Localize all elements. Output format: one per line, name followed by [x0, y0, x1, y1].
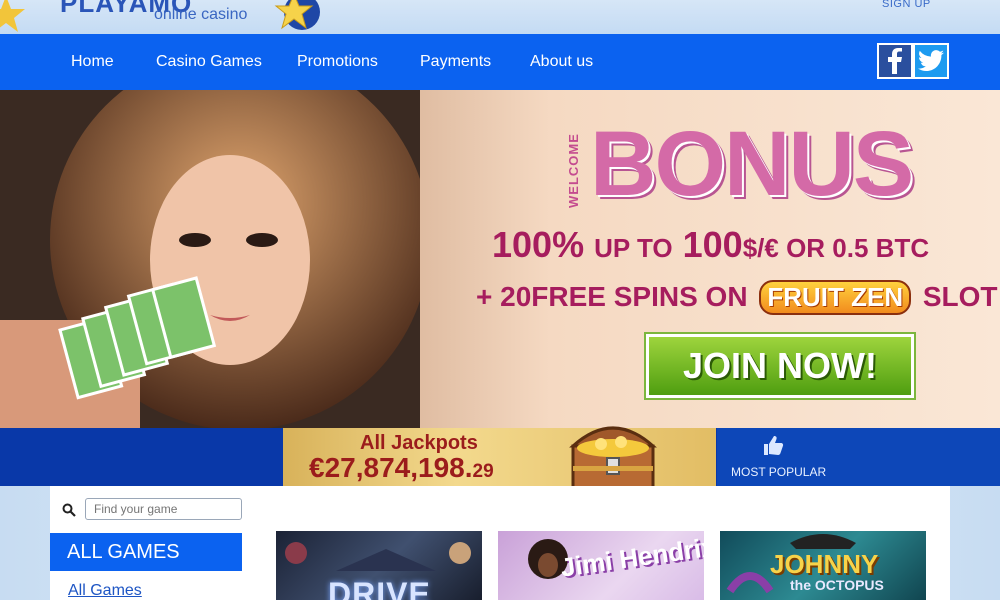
- game-title: DRIVE: [328, 576, 431, 600]
- jackpot-cents: 29: [472, 461, 494, 482]
- nav-casino-games[interactable]: Casino Games: [156, 53, 262, 71]
- logo-star-icon: [274, 0, 320, 30]
- thumbs-up-icon: [764, 436, 784, 455]
- twitter-button[interactable]: [913, 43, 949, 79]
- all-games-link[interactable]: All Games: [68, 582, 142, 600]
- most-popular-tab[interactable]: MOST POPULAR: [717, 428, 1000, 486]
- logo-subtitle: online casino: [154, 6, 248, 23]
- main-navigation: Home Casino Games Promotions Payments Ab…: [0, 34, 1000, 90]
- jackpot-value: €27,874,198.29: [309, 452, 494, 484]
- all-games-heading: ALL GAMES: [50, 533, 242, 571]
- join-now-button[interactable]: JOIN NOW!: [646, 334, 914, 398]
- hero-banner: WELCOME BONUS 100% UP TO 100$/€ OR 0.5 B…: [0, 90, 1000, 428]
- offer-percent: 100%: [492, 224, 585, 265]
- game-tile-jimi-hendrix[interactable]: Jimi Hendrix: [498, 531, 704, 600]
- game-tile-drive[interactable]: DRIVE: [276, 531, 482, 600]
- top-header: PLAYAMO online casino SIGN UP: [0, 0, 1000, 34]
- bonus-heading: BONUS: [590, 113, 914, 215]
- game-tile-johnny-the-octopus[interactable]: JOHNNY the OCTOPUS: [720, 531, 926, 600]
- most-popular-label: MOST POPULAR: [731, 465, 827, 479]
- twitter-icon: [918, 50, 944, 71]
- game-subtitle: the OCTOPUS: [790, 577, 884, 593]
- nav-payments[interactable]: Payments: [420, 53, 491, 71]
- facebook-button[interactable]: [877, 43, 913, 79]
- search-icon: [62, 503, 76, 517]
- offer-currency: $/€ OR 0.5 BTC: [742, 233, 930, 263]
- jackpot-amount: €27,874,198.: [309, 452, 473, 483]
- game-title: JOHNNY: [770, 549, 879, 579]
- free-spins-offer: + 20FREE SPINS ON FRUIT ZEN SLOT: [476, 280, 998, 315]
- jackpot-panel[interactable]: All Jackpots €27,874,198.29: [283, 426, 716, 494]
- nav-home[interactable]: Home: [71, 53, 114, 71]
- games-panel: ALL GAMES All Games DRIVE Jimi Hendrix J…: [50, 486, 950, 600]
- hero-model-image: [0, 90, 420, 428]
- star-icon: [0, 0, 25, 32]
- jackpot-bar: All Jackpots €27,874,198.29 MOST POPULAR: [0, 426, 1000, 494]
- facebook-icon: [888, 48, 902, 74]
- game-search-input[interactable]: [85, 498, 242, 520]
- welcome-label: WELCOME: [566, 133, 581, 208]
- offer-upto: UP TO: [594, 233, 673, 263]
- offer-amount: 100: [682, 224, 743, 265]
- fruit-zen-logo: FRUIT ZEN: [759, 280, 912, 315]
- sign-up-link[interactable]: SIGN UP: [882, 0, 931, 10]
- bonus-offer: 100% UP TO 100$/€ OR 0.5 BTC: [492, 224, 929, 266]
- nav-promotions[interactable]: Promotions: [297, 53, 378, 71]
- nav-about-us[interactable]: About us: [530, 53, 593, 71]
- spins-prefix: + 20FREE SPINS ON: [476, 281, 748, 312]
- spins-suffix: SLOT: [922, 281, 998, 312]
- treasure-chest-icon: [569, 426, 657, 494]
